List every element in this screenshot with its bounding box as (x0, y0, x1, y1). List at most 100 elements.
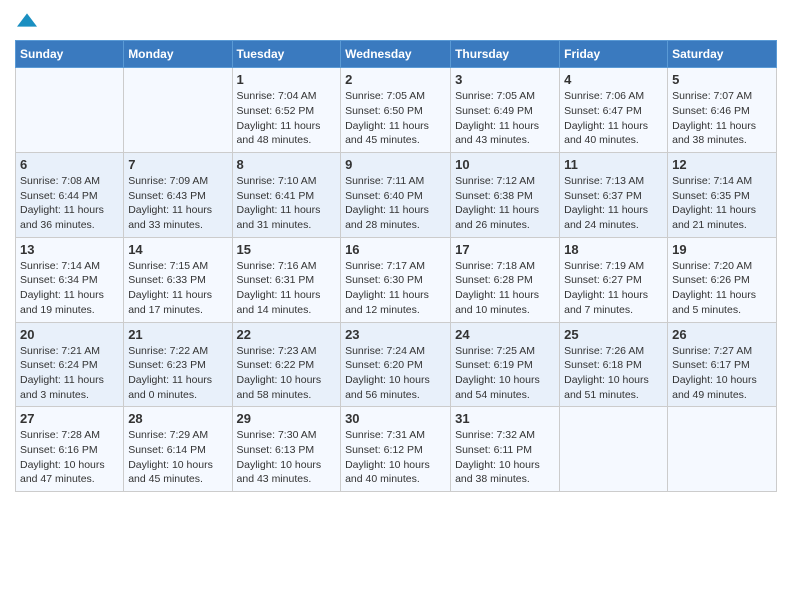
day-number: 23 (345, 327, 446, 342)
day-info: Sunrise: 7:22 AM Sunset: 6:23 PM Dayligh… (128, 344, 227, 403)
day-number: 19 (672, 242, 772, 257)
day-info: Sunrise: 7:32 AM Sunset: 6:11 PM Dayligh… (455, 428, 555, 487)
logo-icon (17, 10, 37, 30)
day-info: Sunrise: 7:04 AM Sunset: 6:52 PM Dayligh… (237, 89, 337, 148)
day-number: 13 (20, 242, 119, 257)
calendar-cell (668, 407, 777, 492)
day-info: Sunrise: 7:16 AM Sunset: 6:31 PM Dayligh… (237, 259, 337, 318)
calendar-cell: 31 Sunrise: 7:32 AM Sunset: 6:11 PM Dayli… (451, 407, 560, 492)
weekday-header-saturday: Saturday (668, 41, 777, 68)
day-info: Sunrise: 7:06 AM Sunset: 6:47 PM Dayligh… (564, 89, 663, 148)
day-number: 5 (672, 72, 772, 87)
calendar-cell: 1 Sunrise: 7:04 AM Sunset: 6:52 PM Daylig… (232, 68, 341, 153)
day-number: 16 (345, 242, 446, 257)
calendar-cell: 28 Sunrise: 7:29 AM Sunset: 6:14 PM Dayli… (124, 407, 232, 492)
calendar-cell: 3 Sunrise: 7:05 AM Sunset: 6:49 PM Daylig… (451, 68, 560, 153)
calendar-table: SundayMondayTuesdayWednesdayThursdayFrid… (15, 40, 777, 492)
day-info: Sunrise: 7:20 AM Sunset: 6:26 PM Dayligh… (672, 259, 772, 318)
calendar-cell: 24 Sunrise: 7:25 AM Sunset: 6:19 PM Dayli… (451, 322, 560, 407)
logo-text (15, 10, 37, 30)
weekday-header-sunday: Sunday (16, 41, 124, 68)
calendar-cell: 27 Sunrise: 7:28 AM Sunset: 6:16 PM Dayli… (16, 407, 124, 492)
day-number: 27 (20, 411, 119, 426)
weekday-header-row: SundayMondayTuesdayWednesdayThursdayFrid… (16, 41, 777, 68)
calendar-week-row: 20 Sunrise: 7:21 AM Sunset: 6:24 PM Dayli… (16, 322, 777, 407)
day-number: 28 (128, 411, 227, 426)
calendar-cell: 19 Sunrise: 7:20 AM Sunset: 6:26 PM Dayli… (668, 237, 777, 322)
calendar-week-row: 13 Sunrise: 7:14 AM Sunset: 6:34 PM Dayli… (16, 237, 777, 322)
calendar-cell (16, 68, 124, 153)
day-info: Sunrise: 7:31 AM Sunset: 6:12 PM Dayligh… (345, 428, 446, 487)
calendar-cell: 29 Sunrise: 7:30 AM Sunset: 6:13 PM Dayli… (232, 407, 341, 492)
day-info: Sunrise: 7:14 AM Sunset: 6:34 PM Dayligh… (20, 259, 119, 318)
day-number: 21 (128, 327, 227, 342)
weekday-header-monday: Monday (124, 41, 232, 68)
day-number: 30 (345, 411, 446, 426)
calendar-cell: 14Sunrise: 7:15 AM Sunset: 6:33 PM Dayli… (124, 237, 232, 322)
day-number: 25 (564, 327, 663, 342)
calendar-cell: 23 Sunrise: 7:24 AM Sunset: 6:20 PM Dayli… (341, 322, 451, 407)
day-info: Sunrise: 7:13 AM Sunset: 6:37 PM Dayligh… (564, 174, 663, 233)
calendar-cell: 11Sunrise: 7:13 AM Sunset: 6:37 PM Dayli… (560, 153, 668, 238)
calendar-week-row: 1 Sunrise: 7:04 AM Sunset: 6:52 PM Daylig… (16, 68, 777, 153)
calendar-cell: 10Sunrise: 7:12 AM Sunset: 6:38 PM Dayli… (451, 153, 560, 238)
day-info: Sunrise: 7:27 AM Sunset: 6:17 PM Dayligh… (672, 344, 772, 403)
day-info: Sunrise: 7:26 AM Sunset: 6:18 PM Dayligh… (564, 344, 663, 403)
calendar-cell (124, 68, 232, 153)
weekday-header-tuesday: Tuesday (232, 41, 341, 68)
day-number: 20 (20, 327, 119, 342)
day-info: Sunrise: 7:24 AM Sunset: 6:20 PM Dayligh… (345, 344, 446, 403)
weekday-header-friday: Friday (560, 41, 668, 68)
day-number: 6 (20, 157, 119, 172)
day-number: 24 (455, 327, 555, 342)
calendar-cell: 20 Sunrise: 7:21 AM Sunset: 6:24 PM Dayli… (16, 322, 124, 407)
calendar-cell: 17 Sunrise: 7:18 AM Sunset: 6:28 PM Dayli… (451, 237, 560, 322)
day-info: Sunrise: 7:09 AM Sunset: 6:43 PM Dayligh… (128, 174, 227, 233)
calendar-cell: 25 Sunrise: 7:26 AM Sunset: 6:18 PM Dayli… (560, 322, 668, 407)
day-info: Sunrise: 7:05 AM Sunset: 6:49 PM Dayligh… (455, 89, 555, 148)
day-info: Sunrise: 7:19 AM Sunset: 6:27 PM Dayligh… (564, 259, 663, 318)
calendar-cell: 30 Sunrise: 7:31 AM Sunset: 6:12 PM Dayli… (341, 407, 451, 492)
calendar-cell: 6 Sunrise: 7:08 AM Sunset: 6:44 PM Daylig… (16, 153, 124, 238)
day-info: Sunrise: 7:08 AM Sunset: 6:44 PM Dayligh… (20, 174, 119, 233)
day-info: Sunrise: 7:05 AM Sunset: 6:50 PM Dayligh… (345, 89, 446, 148)
calendar-cell: 9 Sunrise: 7:11 AM Sunset: 6:40 PM Daylig… (341, 153, 451, 238)
weekday-header-wednesday: Wednesday (341, 41, 451, 68)
calendar-cell: 8Sunrise: 7:10 AM Sunset: 6:41 PM Daylig… (232, 153, 341, 238)
day-number: 10 (455, 157, 555, 172)
day-info: Sunrise: 7:30 AM Sunset: 6:13 PM Dayligh… (237, 428, 337, 487)
calendar-cell (560, 407, 668, 492)
day-number: 9 (345, 157, 446, 172)
day-info: Sunrise: 7:10 AM Sunset: 6:41 PM Dayligh… (237, 174, 337, 233)
day-number: 15 (237, 242, 337, 257)
day-number: 3 (455, 72, 555, 87)
weekday-header-thursday: Thursday (451, 41, 560, 68)
day-number: 18 (564, 242, 663, 257)
calendar-week-row: 6 Sunrise: 7:08 AM Sunset: 6:44 PM Daylig… (16, 153, 777, 238)
calendar-cell: 21 Sunrise: 7:22 AM Sunset: 6:23 PM Dayli… (124, 322, 232, 407)
day-number: 1 (237, 72, 337, 87)
day-number: 31 (455, 411, 555, 426)
day-number: 17 (455, 242, 555, 257)
day-info: Sunrise: 7:07 AM Sunset: 6:46 PM Dayligh… (672, 89, 772, 148)
calendar-cell: 5 Sunrise: 7:07 AM Sunset: 6:46 PM Daylig… (668, 68, 777, 153)
day-number: 29 (237, 411, 337, 426)
day-info: Sunrise: 7:21 AM Sunset: 6:24 PM Dayligh… (20, 344, 119, 403)
day-info: Sunrise: 7:18 AM Sunset: 6:28 PM Dayligh… (455, 259, 555, 318)
day-info: Sunrise: 7:23 AM Sunset: 6:22 PM Dayligh… (237, 344, 337, 403)
day-info: Sunrise: 7:28 AM Sunset: 6:16 PM Dayligh… (20, 428, 119, 487)
calendar-cell: 4Sunrise: 7:06 AM Sunset: 6:47 PM Daylig… (560, 68, 668, 153)
day-info: Sunrise: 7:14 AM Sunset: 6:35 PM Dayligh… (672, 174, 772, 233)
calendar-cell: 26Sunrise: 7:27 AM Sunset: 6:17 PM Dayli… (668, 322, 777, 407)
calendar-cell: 7 Sunrise: 7:09 AM Sunset: 6:43 PM Daylig… (124, 153, 232, 238)
day-info: Sunrise: 7:11 AM Sunset: 6:40 PM Dayligh… (345, 174, 446, 233)
calendar-cell: 22 Sunrise: 7:23 AM Sunset: 6:22 PM Dayli… (232, 322, 341, 407)
day-info: Sunrise: 7:25 AM Sunset: 6:19 PM Dayligh… (455, 344, 555, 403)
day-number: 7 (128, 157, 227, 172)
calendar-cell: 12Sunrise: 7:14 AM Sunset: 6:35 PM Dayli… (668, 153, 777, 238)
calendar-cell: 16Sunrise: 7:17 AM Sunset: 6:30 PM Dayli… (341, 237, 451, 322)
day-number: 22 (237, 327, 337, 342)
page-container: SundayMondayTuesdayWednesdayThursdayFrid… (0, 0, 792, 502)
day-info: Sunrise: 7:29 AM Sunset: 6:14 PM Dayligh… (128, 428, 227, 487)
logo (15, 10, 37, 30)
